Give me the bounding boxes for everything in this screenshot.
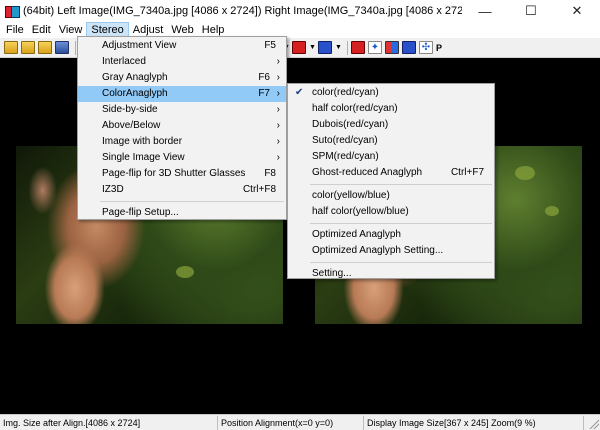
toolbar-separator (347, 40, 348, 55)
submenu-ghost-reduced[interactable]: Ghost-reduced Anaglyph Ctrl+F7 (288, 165, 494, 181)
submenu-color-red-cyan[interactable]: ✔ color(red/cyan) (288, 85, 494, 101)
submenu-color-yellow-blue[interactable]: color(yellow/blue) (288, 188, 494, 204)
menu-separator (310, 184, 492, 185)
menu-separator (310, 262, 492, 263)
title-bar: (64bit) Left Image(IMG_7340a.jpg [4086 x… (0, 0, 600, 22)
save-icon[interactable] (55, 41, 69, 54)
auto-adjust-icon[interactable]: ✦ (368, 41, 382, 54)
chevron-right-icon: › (276, 72, 280, 83)
status-bar: Img. Size after Align.[4086 x 2724] Posi… (0, 414, 600, 430)
submenu-optimized-anaglyph-setting[interactable]: Optimized Anaglyph Setting... (288, 243, 494, 259)
color-anaglyph-submenu: ✔ color(red/cyan) half color(red/cyan) Du… (287, 83, 495, 279)
chevron-right-icon: › (276, 120, 280, 131)
menu-gray-anaglyph[interactable]: Gray Anaglyph F6 › (78, 70, 286, 86)
menu-edit[interactable]: Edit (28, 22, 55, 38)
checkmark-icon: ✔ (295, 87, 304, 98)
submenu-suto[interactable]: Suto(red/cyan) (288, 133, 494, 149)
window-title: (64bit) Left Image(IMG_7340a.jpg [4086 x… (23, 5, 462, 17)
resize-grip-icon[interactable] (587, 416, 599, 429)
chevron-down-icon[interactable]: ▼ (335, 41, 342, 54)
menu-page-flip[interactable]: Page-flip for 3D Shutter Glasses F8 (78, 166, 286, 182)
menu-single-image-view[interactable]: Single Image View › (78, 150, 286, 166)
menu-separator (310, 223, 492, 224)
menu-above-below[interactable]: Above/Below › (78, 118, 286, 134)
status-position: Position Alignment(x=0 y=0) (218, 415, 364, 430)
minimize-button[interactable]: — (462, 0, 508, 22)
chevron-right-icon: › (276, 104, 280, 115)
open-left-icon[interactable] (4, 41, 18, 54)
toolbar-separator (75, 40, 76, 55)
menu-side-by-side[interactable]: Side-by-side › (78, 102, 286, 118)
print-label[interactable]: P (436, 43, 442, 53)
settings-icon[interactable] (402, 41, 416, 54)
align-icon[interactable] (351, 41, 365, 54)
app-icon (5, 4, 20, 18)
close-button[interactable]: ✕ (554, 0, 600, 22)
status-display-size: Display Image Size[367 x 245] Zoom(9 %) (364, 415, 584, 430)
menu-interlaced[interactable]: Interlaced › (78, 54, 286, 70)
page-flip-icon[interactable] (292, 41, 306, 54)
open-folder-icon[interactable] (38, 41, 52, 54)
menu-image-with-border[interactable]: Image with border › (78, 134, 286, 150)
menu-file[interactable]: File (2, 22, 28, 38)
chevron-right-icon: › (276, 56, 280, 67)
chevron-right-icon: › (276, 136, 280, 147)
submenu-dubois[interactable]: Dubois(red/cyan) (288, 117, 494, 133)
crosshair-icon[interactable]: ✣ (419, 41, 433, 54)
menu-iz3d[interactable]: IZ3D Ctrl+F8 (78, 182, 286, 198)
submenu-half-color-yellow-blue[interactable]: half color(yellow/blue) (288, 204, 494, 220)
menu-separator (100, 201, 284, 202)
single-view-icon[interactable] (318, 41, 332, 54)
submenu-optimized-anaglyph[interactable]: Optimized Anaglyph (288, 227, 494, 243)
compare-icon[interactable] (385, 41, 399, 54)
submenu-half-color-red-cyan[interactable]: half color(red/cyan) (288, 101, 494, 117)
status-img-size: Img. Size after Align.[4086 x 2724] (0, 415, 218, 430)
chevron-down-icon[interactable]: ▼ (309, 41, 316, 54)
maximize-button[interactable]: ☐ (508, 0, 554, 22)
menu-color-anaglyph[interactable]: ColorAnaglyph F7 › (78, 86, 286, 102)
stereo-menu: Adjustment View F5 Interlaced › Gray Anagl… (77, 36, 287, 220)
chevron-right-icon: › (276, 88, 280, 99)
submenu-setting[interactable]: Setting... (288, 266, 494, 282)
submenu-spm[interactable]: SPM(red/cyan) (288, 149, 494, 165)
menu-page-flip-setup[interactable]: Page-flip Setup... (78, 205, 286, 221)
chevron-right-icon: › (276, 152, 280, 163)
open-right-icon[interactable] (21, 41, 35, 54)
menu-adjustment-view[interactable]: Adjustment View F5 (78, 38, 286, 54)
